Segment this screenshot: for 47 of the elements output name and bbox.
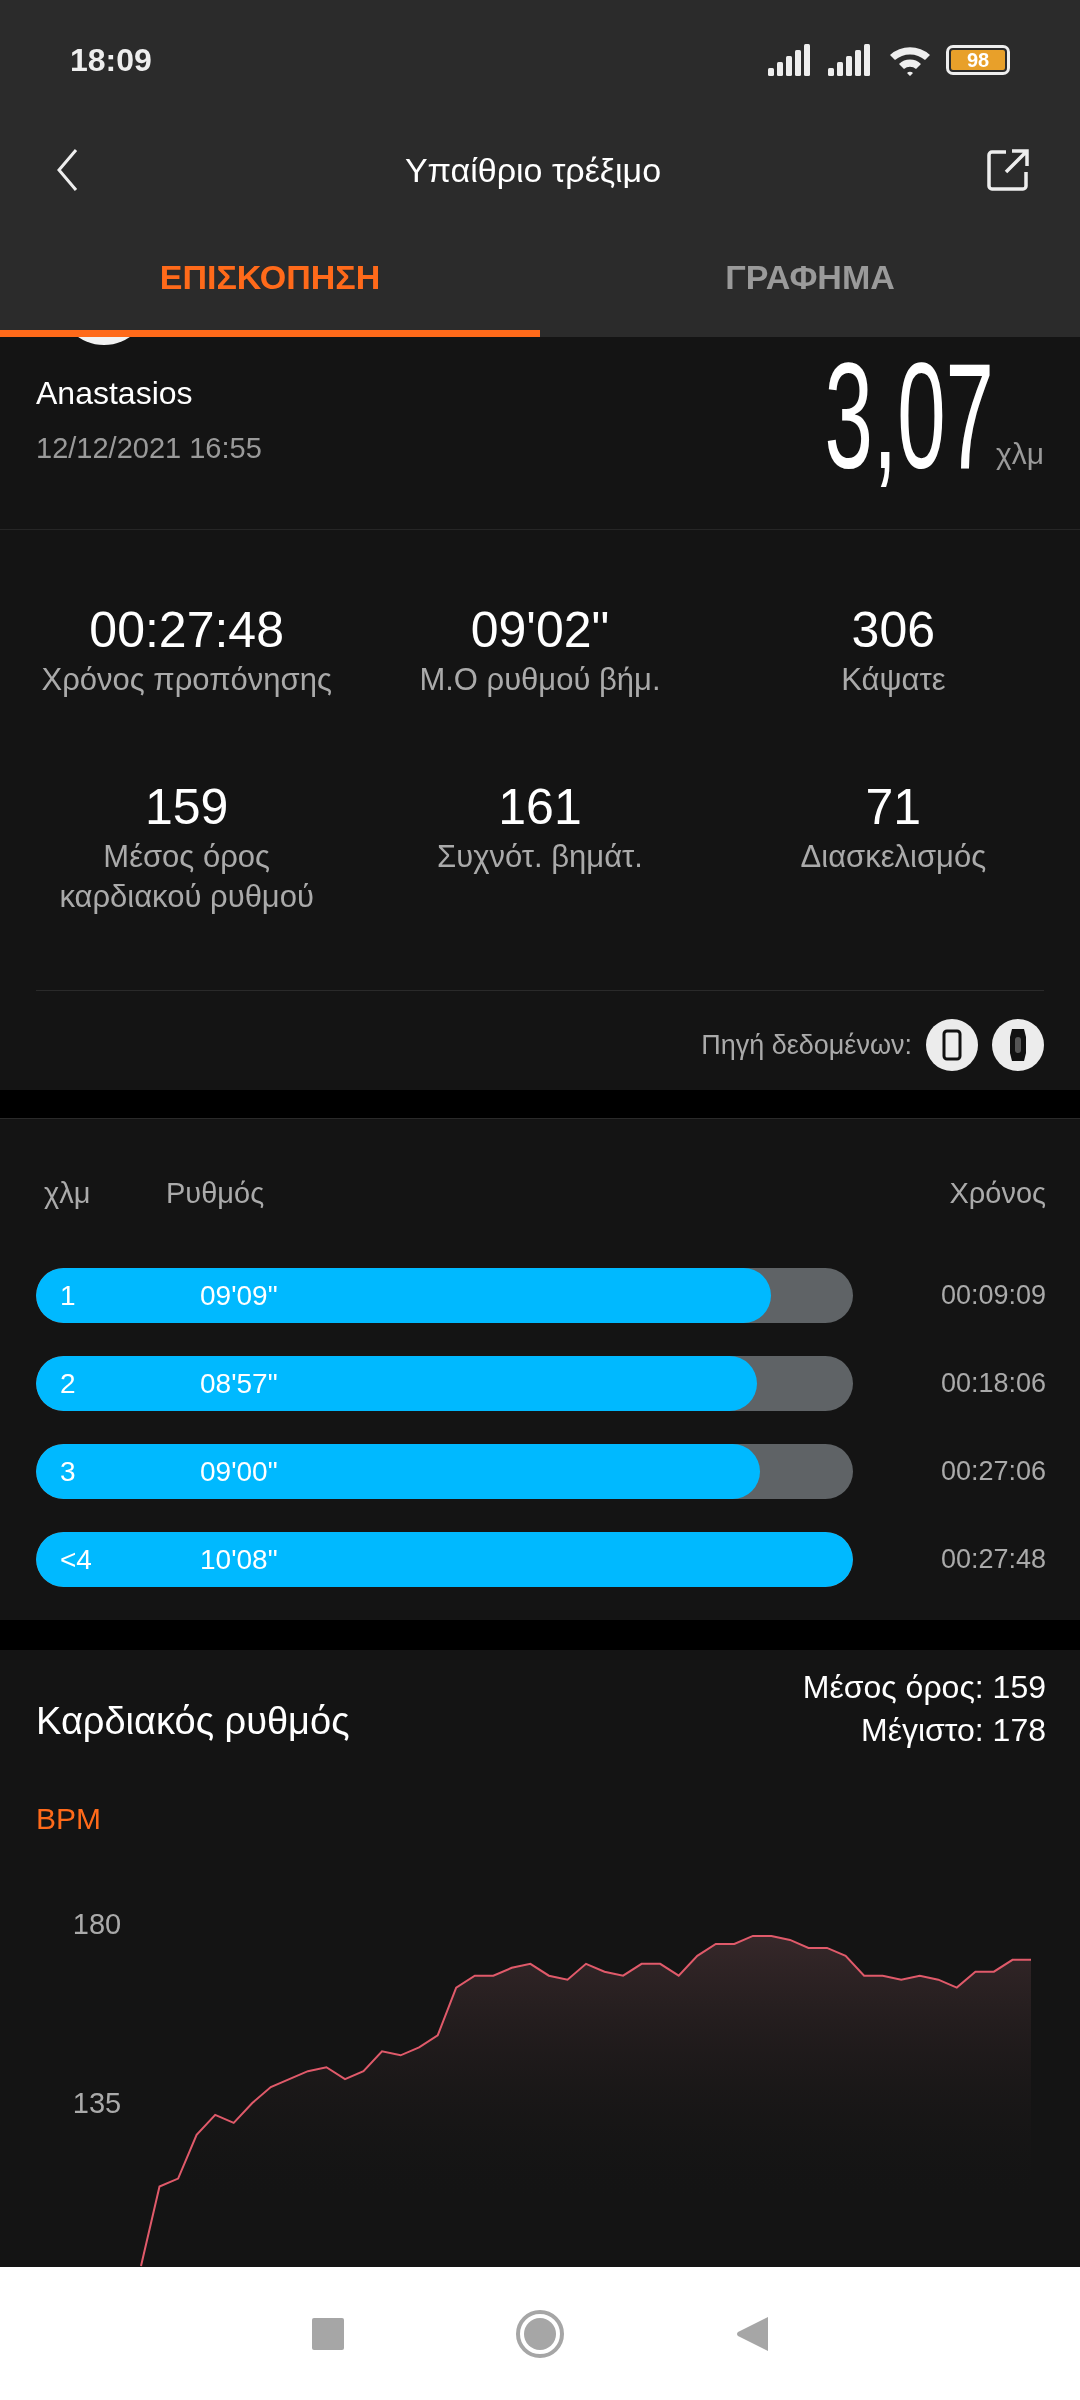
home-button[interactable] [515, 2308, 565, 2359]
stat-label: Συχνότ. βημάτ. [437, 838, 643, 876]
split-pace: 09'00" [200, 1455, 278, 1488]
status-time: 18:09 [70, 41, 152, 79]
distance-unit: χλμ [995, 437, 1044, 471]
split-km: <4 [59, 1543, 93, 1576]
stat-value: 71 [865, 778, 922, 837]
split-km: 3 [59, 1455, 77, 1488]
stat-label: Διασκελισμός [800, 838, 987, 876]
split-pace: 10'08" [200, 1543, 278, 1576]
column-header: Ρυθμός [166, 1177, 266, 1210]
data-source-label: Πηγή δεδομένων: [701, 1029, 912, 1061]
stat-value: 306 [851, 601, 936, 660]
stat-value: 00:27:48 [89, 601, 284, 660]
stat-value: 09'02" [470, 601, 610, 660]
average-heart-rate: Μέσος όρος: 159 [802, 1668, 1046, 1707]
screen-title: Υπαίθριο τρέξιμο [404, 150, 662, 190]
axis-tick-label: 180 [72, 1908, 122, 1940]
axis-label: BPM [35, 1802, 101, 1836]
battery-indicator: 98 [946, 45, 1010, 75]
share-button[interactable] [986, 148, 1030, 192]
phone-icon [926, 1019, 978, 1071]
max-heart-rate: Μέγιστο: 178 [861, 1711, 1046, 1750]
stat-label: Μ.Ο ρυθμού βήμ. [419, 661, 661, 699]
split-time: 00:09:09 [940, 1280, 1046, 1311]
stat-label: Κάψατε [841, 661, 946, 699]
split-km: 2 [59, 1367, 77, 1400]
back-button[interactable] [56, 148, 80, 192]
user-name: Anastasios [36, 375, 194, 412]
stat-label: Χρόνος προπόνησης [41, 661, 332, 699]
section-title: Καρδιακός ρυθμός [36, 1700, 350, 1744]
column-header: χλμ [44, 1177, 92, 1210]
split-km: 1 [59, 1279, 77, 1312]
fitness-band-icon [992, 1019, 1044, 1071]
stat-value: 159 [144, 778, 229, 837]
back-nav-button[interactable] [735, 2314, 769, 2353]
stat-value: 161 [498, 778, 582, 837]
split-pace: 09'09" [200, 1279, 278, 1312]
split-pace: 08'57" [200, 1367, 278, 1400]
split-time: 00:18:06 [940, 1368, 1046, 1399]
split-time: 00:27:06 [940, 1456, 1046, 1487]
workout-date: 12/12/2021 16:55 [36, 432, 262, 465]
column-header: Χρόνος [949, 1177, 1046, 1210]
split-time: 00:27:48 [940, 1544, 1046, 1575]
recent-apps-button[interactable] [311, 2316, 345, 2351]
stat-label: Μέσος όρος καρδιακού ρυθμού [58, 838, 315, 916]
axis-tick-label: 135 [72, 2087, 122, 2119]
